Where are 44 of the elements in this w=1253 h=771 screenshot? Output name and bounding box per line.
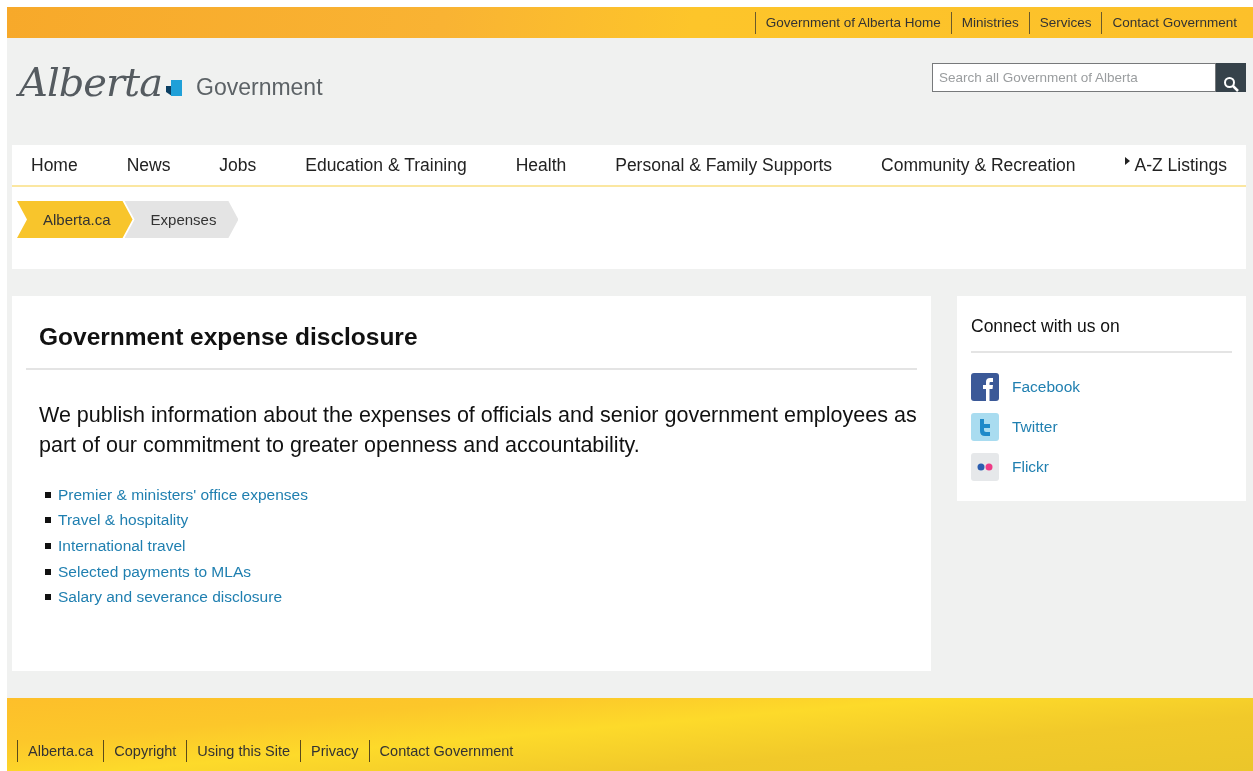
bullet-icon (45, 594, 51, 601)
top-link[interactable]: Services (1028, 11, 1102, 34)
expense-link[interactable]: Travel & hospitality (58, 511, 189, 530)
breadcrumb-link[interactable]: Alberta.ca (17, 201, 133, 238)
nav-link[interactable]: Health (515, 154, 567, 176)
footer-link[interactable]: Contact Government (368, 740, 524, 762)
bullet-icon (45, 543, 51, 549)
footer-link[interactable]: Privacy (300, 740, 369, 762)
nav-link[interactable]: Home (31, 154, 78, 176)
breadcrumb-link[interactable]: Expenses (124, 201, 239, 238)
page-title: Government expense disclosure (26, 323, 917, 370)
top-link[interactable]: Contact Government (1101, 11, 1247, 34)
triangle-icon (1124, 156, 1130, 165)
footer-link[interactable]: Alberta.ca (17, 740, 104, 762)
search-field[interactable]: Search all Government of Alberta (932, 63, 1216, 92)
nav-link[interactable]: Education & Training (305, 154, 467, 176)
social-link[interactable]: Flickr (1012, 458, 1050, 476)
intro-text: We publish information about the expenses of officials and senior government employees as part of our commitment to greater openness and accountability. (39, 402, 917, 459)
bullet-icon (45, 491, 51, 498)
nav-link[interactable]: Jobs (219, 154, 257, 176)
nav-link[interactable]: Personal & Family Supports (615, 154, 833, 176)
expense-link[interactable]: Premier & ministers' office expenses (58, 485, 308, 504)
logo-mark-icon (166, 80, 182, 96)
footer-link[interactable]: Using this Site (186, 740, 301, 762)
sidebar-title: Connect with us on (971, 316, 1232, 353)
nav-link[interactable]: News (126, 154, 171, 176)
logo-text: Government (196, 73, 323, 101)
az-listings-link[interactable]: A-Z Listings (1134, 154, 1227, 176)
top-link[interactable]: Ministries (950, 11, 1029, 34)
bullet-icon (45, 568, 51, 575)
flickr-icon (971, 453, 999, 481)
expense-link[interactable]: Salary and severance disclosure (58, 588, 282, 607)
social-link[interactable]: Twitter (1012, 418, 1058, 436)
nav-link[interactable]: Community & Recreation (881, 154, 1076, 176)
top-link[interactable]: Government of Alberta Home (754, 11, 951, 34)
expense-link[interactable]: International travel (58, 537, 186, 555)
bullet-icon (45, 517, 51, 524)
twitter-icon (971, 413, 999, 441)
expense-link[interactable]: Selected payments to MLAs (58, 562, 251, 581)
social-link[interactable]: Facebook (1012, 378, 1081, 396)
search-icon (1223, 75, 1239, 92)
search-button[interactable] (1216, 63, 1246, 92)
footer-link[interactable]: Copyright (103, 740, 187, 762)
facebook-icon (971, 373, 999, 401)
